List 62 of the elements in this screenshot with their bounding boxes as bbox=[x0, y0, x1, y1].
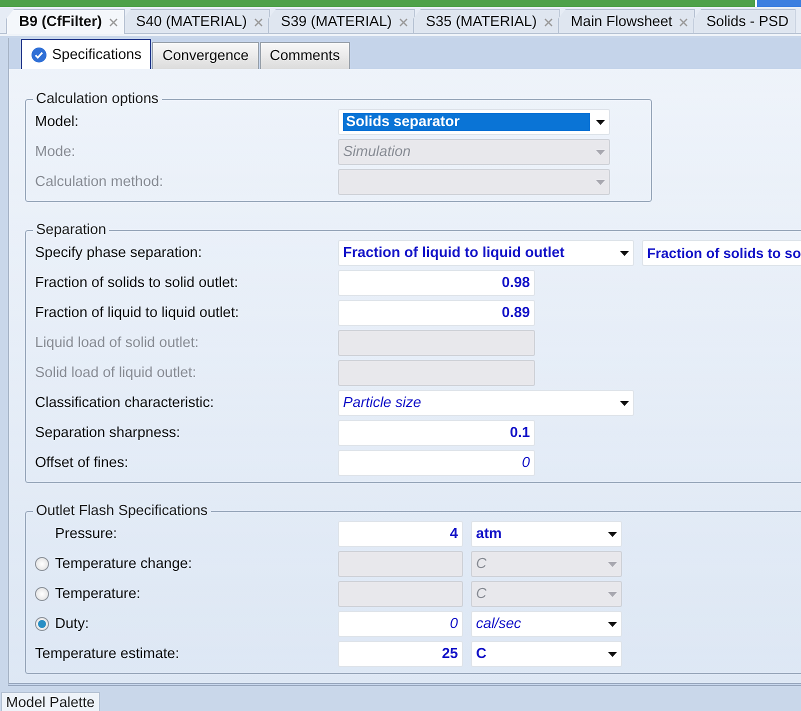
section-title: Calculation options bbox=[35, 91, 160, 107]
section-title: Outlet Flash Specifications bbox=[35, 503, 209, 519]
caret-icon bbox=[608, 592, 617, 596]
dropdown[interactable]: cal/sec bbox=[471, 611, 622, 637]
field-label: Calculation method: bbox=[35, 174, 164, 190]
close-icon[interactable] bbox=[108, 18, 118, 26]
caret-icon bbox=[620, 400, 629, 406]
document-tab[interactable]: S40 (MATERIAL) bbox=[122, 9, 270, 34]
input-field[interactable]: 4 bbox=[338, 521, 463, 547]
field-label: Fraction of liquid to liquid outlet: bbox=[35, 305, 239, 321]
field-label: Temperature estimate: bbox=[35, 646, 180, 662]
field-label: Fraction of solids to solid outlet: bbox=[35, 275, 238, 291]
form-tab[interactable]: Convergence bbox=[152, 42, 259, 69]
document-tab[interactable]: Main Flowsheet bbox=[558, 9, 696, 34]
input-field[interactable]: 0.89 bbox=[338, 300, 535, 326]
document-tab[interactable]: B9 (CfFilter) bbox=[6, 9, 125, 34]
field-label: Temperature change: bbox=[55, 556, 192, 572]
field-label: Mode: bbox=[35, 144, 76, 160]
dropdown[interactable]: Fraction of liquid to liquid outlet bbox=[338, 240, 634, 266]
palette-tab[interactable]: Model Palette bbox=[1, 692, 100, 711]
radio-button[interactable] bbox=[35, 617, 49, 631]
caret-icon bbox=[596, 150, 605, 154]
field-label: Classification characteristic: bbox=[35, 395, 214, 411]
field-label: Pressure: bbox=[55, 526, 118, 542]
input-field[interactable]: 0.1 bbox=[338, 420, 535, 446]
input-field[interactable]: 0.98 bbox=[338, 270, 535, 296]
close-icon[interactable] bbox=[544, 18, 553, 26]
field-label: Duty: bbox=[55, 616, 89, 632]
radio-button[interactable] bbox=[35, 587, 49, 601]
input-field[interactable]: 0 bbox=[338, 611, 463, 637]
close-icon[interactable] bbox=[679, 18, 688, 26]
document-tab[interactable]: Solids - PSD bbox=[693, 9, 796, 34]
caret-icon bbox=[620, 250, 629, 256]
field-label: Liquid load of solid outlet: bbox=[35, 335, 199, 351]
dropdown[interactable]: Fraction of solids to so bbox=[642, 240, 801, 266]
close-icon[interactable] bbox=[398, 18, 408, 26]
form-tab[interactable]: Specifications bbox=[21, 39, 152, 69]
document-tab[interactable]: S35 (MATERIAL) bbox=[412, 9, 560, 34]
caret-icon bbox=[596, 120, 605, 124]
radio-button[interactable] bbox=[35, 557, 49, 571]
caret-icon bbox=[608, 652, 617, 656]
dropdown[interactable]: atm bbox=[471, 521, 622, 547]
field-label: Offset of fines: bbox=[35, 455, 128, 471]
close-icon[interactable] bbox=[254, 18, 263, 26]
caret-icon bbox=[608, 562, 617, 566]
section-title: Separation bbox=[35, 222, 108, 238]
field-label: Specify phase separation: bbox=[35, 245, 202, 261]
field-label: Model: bbox=[35, 114, 79, 130]
caret-icon bbox=[596, 180, 605, 184]
field-label: Separation sharpness: bbox=[35, 425, 180, 441]
accent-stripe bbox=[757, 0, 801, 7]
field-label: Solid load of liquid outlet: bbox=[35, 365, 196, 381]
caret-icon bbox=[608, 622, 617, 626]
field-label: Temperature: bbox=[55, 586, 140, 602]
caret-icon bbox=[608, 532, 617, 536]
form-tab[interactable]: Comments bbox=[260, 42, 350, 69]
input-field[interactable]: 25 bbox=[338, 641, 463, 667]
document-tab[interactable]: S39 (MATERIAL) bbox=[268, 9, 415, 34]
dropdown[interactable]: C bbox=[471, 641, 622, 667]
dropdown[interactable]: Solids separator bbox=[338, 109, 610, 135]
dropdown[interactable]: Particle size bbox=[338, 390, 634, 416]
input-field[interactable]: 0 bbox=[338, 450, 535, 476]
